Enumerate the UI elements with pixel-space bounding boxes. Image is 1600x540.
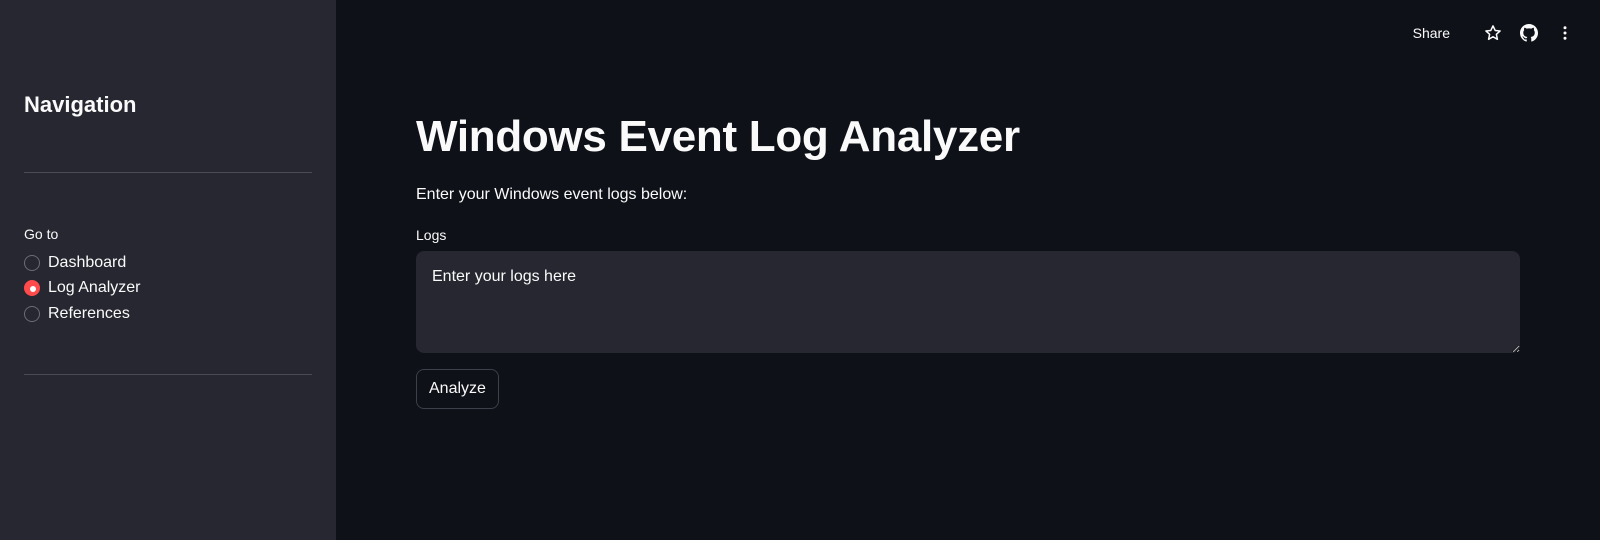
- sidebar-divider-bottom: [24, 374, 312, 375]
- radio-button-icon[interactable]: [24, 254, 40, 271]
- radio-label-log-analyzer: Log Analyzer: [48, 279, 141, 297]
- top-toolbar: Share: [1413, 18, 1578, 48]
- radio-button-icon[interactable]: [24, 305, 40, 322]
- sidebar-divider-top: [24, 172, 312, 173]
- page-title: Windows Event Log Analyzer: [416, 112, 1020, 161]
- navigation-radio-group: Dashboard Log Analyzer References: [24, 250, 141, 327]
- radio-group-label: Go to: [24, 226, 59, 242]
- radio-label-references: References: [48, 304, 130, 322]
- share-button[interactable]: Share: [1413, 25, 1450, 41]
- intro-text: Enter your Windows event logs below:: [416, 186, 688, 203]
- radio-option-log-analyzer[interactable]: Log Analyzer: [24, 276, 141, 302]
- more-vertical-icon[interactable]: [1552, 20, 1578, 46]
- radio-option-references[interactable]: References: [24, 301, 141, 327]
- radio-button-selected-icon[interactable]: [24, 280, 40, 297]
- analyze-button[interactable]: Analyze: [416, 369, 499, 409]
- logs-textarea[interactable]: [416, 251, 1520, 353]
- logs-label: Logs: [416, 227, 447, 243]
- radio-label-dashboard: Dashboard: [48, 253, 127, 271]
- sidebar-title: Navigation: [24, 92, 137, 117]
- star-icon[interactable]: [1480, 20, 1506, 46]
- radio-option-dashboard[interactable]: Dashboard: [24, 250, 141, 276]
- sidebar: Navigation Go to Dashboard Log Analyzer …: [0, 0, 336, 540]
- app-window: Navigation Go to Dashboard Log Analyzer …: [0, 0, 1600, 540]
- github-icon[interactable]: [1516, 20, 1542, 46]
